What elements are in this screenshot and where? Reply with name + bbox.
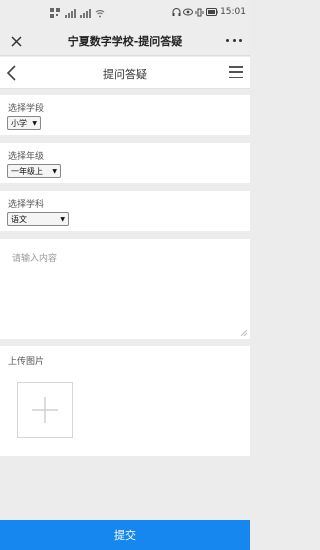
add-image-button[interactable] xyxy=(17,382,73,438)
upload-label: 上传图片 xyxy=(8,357,45,367)
grade-value: 一年级上 xyxy=(11,166,43,176)
subject-value: 语文 xyxy=(11,214,27,224)
grade-section: 选择年级 一年级上 ▼ xyxy=(0,143,250,183)
app-title: 宁夏数字学校-提问答疑 xyxy=(67,35,183,48)
status-time: 15:01 xyxy=(220,7,246,17)
upload-section: 上传图片 xyxy=(0,346,250,456)
plus-icon xyxy=(32,397,58,423)
content-input[interactable] xyxy=(0,239,250,339)
hamburger-menu-button[interactable] xyxy=(229,66,243,78)
grade-select[interactable]: 一年级上 ▼ xyxy=(7,164,61,178)
eye-icon xyxy=(183,8,194,16)
content-area xyxy=(0,239,250,339)
status-bar: 15:01 xyxy=(0,0,250,26)
page-title: 提问答疑 xyxy=(103,68,147,81)
more-menu-button[interactable] xyxy=(226,33,242,47)
dropdown-caret-icon: ▼ xyxy=(32,119,37,127)
stage-section: 选择学段 小学 ▼ xyxy=(0,95,250,135)
stage-value: 小学 xyxy=(11,118,27,128)
resize-grip-icon[interactable] xyxy=(241,330,247,336)
more-dot-icon xyxy=(226,38,229,42)
app-bar: 宁夏数字学校-提问答疑 xyxy=(0,26,250,56)
more-dot-icon xyxy=(232,38,236,42)
signal-icon-2 xyxy=(80,8,91,18)
dropdown-caret-icon: ▼ xyxy=(52,167,57,175)
battery-icon xyxy=(206,8,218,16)
qr-notification-icon xyxy=(50,8,60,18)
vibrate-icon xyxy=(195,8,204,16)
submit-button[interactable]: 提交 xyxy=(0,520,250,550)
grade-label: 选择年级 xyxy=(8,152,45,162)
status-right-icons: 15:01 xyxy=(172,7,246,17)
headphones-icon xyxy=(172,7,181,16)
dropdown-caret-icon: ▼ xyxy=(60,215,65,223)
menu-line-icon xyxy=(229,71,243,73)
wifi-icon xyxy=(95,9,105,17)
status-left-icons xyxy=(50,8,105,18)
subject-label: 选择学科 xyxy=(8,200,45,210)
signal-icon xyxy=(65,8,76,18)
subject-select[interactable]: 语文 ▼ xyxy=(7,212,69,226)
menu-line-icon xyxy=(229,66,243,68)
stage-label: 选择学段 xyxy=(8,104,45,114)
stage-select[interactable]: 小学 ▼ xyxy=(7,116,41,130)
subject-section: 选择学科 语文 ▼ xyxy=(0,191,250,231)
more-dot-icon xyxy=(239,38,242,42)
menu-line-icon xyxy=(229,76,243,78)
page-header: 提问答疑 xyxy=(0,57,250,89)
